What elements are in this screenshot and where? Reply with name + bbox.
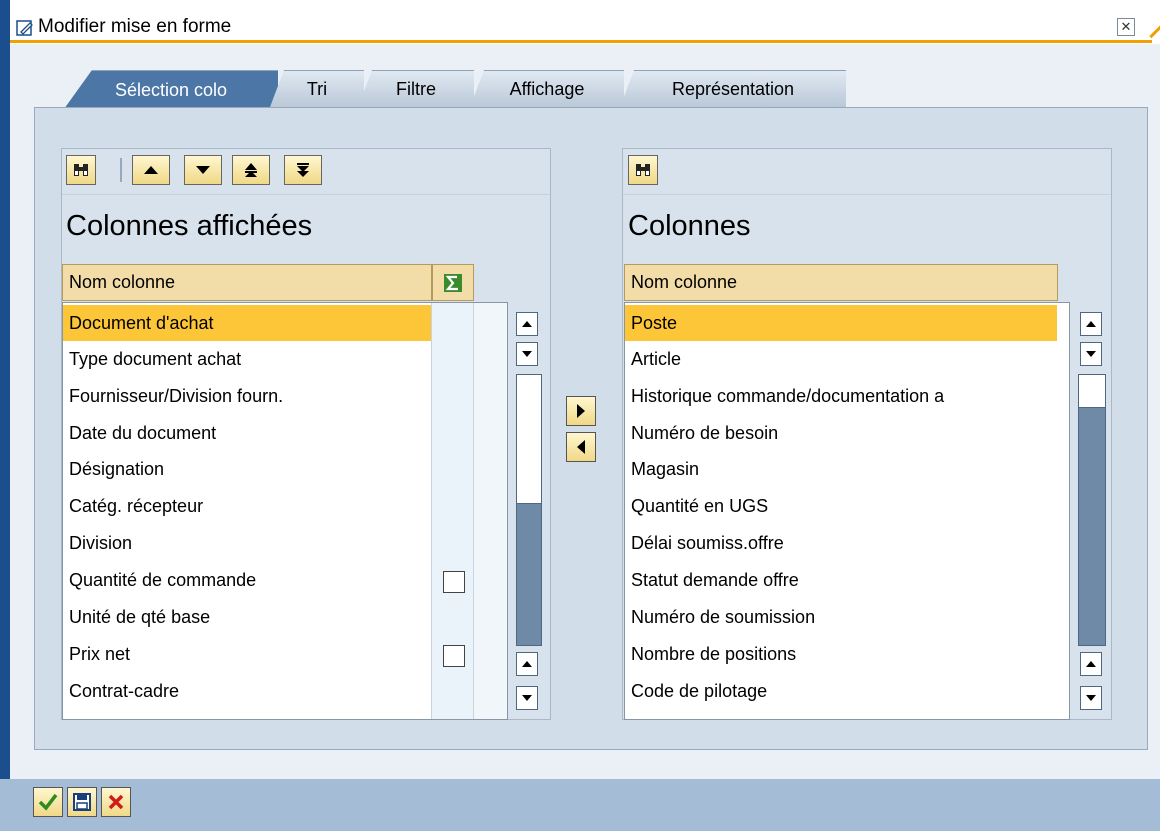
tab-label: Représentation [671,78,795,99]
list-item[interactable]: Nombre de positions [625,636,1057,672]
tab-label: Sélection colo [114,79,228,100]
window-edge [0,44,10,831]
list-item[interactable]: Quantité en UGS [625,488,1057,524]
list-item[interactable]: Historique commande/documentation a [625,378,1057,414]
left-column-header[interactable]: Nom colonne [62,264,432,301]
right-toolbar [623,149,1111,195]
list-item[interactable]: Type document achat [63,341,431,377]
sum-checkbox[interactable] [443,571,465,593]
tab-selection-colonnes[interactable]: Sélection colo [64,70,278,109]
tab-representation[interactable]: Représentation [620,70,846,107]
list-item[interactable]: Prix net [63,636,431,672]
arrow-left-icon[interactable] [566,432,596,462]
available-columns-list: Poste Article Historique commande/docume… [624,302,1070,720]
arrow-top-icon[interactable] [232,155,270,185]
list-item[interactable]: Statut demande offre [625,562,1057,598]
list-item[interactable]: Poste [625,305,1057,341]
right-scrollbar[interactable] [1078,374,1106,646]
tab-label: Tri [306,78,328,99]
scroll-up-icon[interactable] [516,312,538,336]
window-title: Modifier mise en forme [38,16,232,37]
binoculars-icon[interactable] [628,155,658,185]
list-item[interactable]: Division [63,525,431,561]
list-item[interactable]: Numéro de besoin [625,415,1057,451]
list-item[interactable]: Catég. récepteur [63,488,431,524]
scroll-up-icon[interactable] [516,652,538,676]
column-header-label: Nom colonne [631,272,738,292]
list-item[interactable]: Contrat-cadre [63,673,431,709]
arrow-right-icon[interactable] [566,396,596,426]
tab-label: Filtre [396,78,436,99]
right-heading: Colonnes [628,210,751,242]
list-item[interactable]: Document d'achat [63,305,431,341]
list-item[interactable]: Numéro de soumission [625,599,1057,635]
tab-label: Affichage [509,78,585,99]
list-item[interactable]: Magasin [625,451,1057,487]
sum-checkbox[interactable] [443,645,465,667]
list-item[interactable]: Date du document [63,415,431,451]
list-item[interactable]: Fournisseur/Division fourn. [63,378,431,414]
list-item[interactable]: Quantité de commande [63,562,431,598]
scroll-up-icon[interactable] [1080,312,1102,336]
left-heading: Colonnes affichées [66,210,313,242]
list-item[interactable]: Code de pilotage [625,673,1057,709]
toolbar-separator [120,158,122,182]
list-item[interactable]: Unité de qté base [63,599,431,635]
sigma-icon[interactable] [432,264,474,301]
list-item[interactable]: Délai soumiss.offre [625,525,1057,561]
checkmark-icon[interactable] [33,787,63,817]
scroll-down-icon[interactable] [1080,342,1102,366]
edit-window-icon [16,20,34,37]
scroll-down-icon[interactable] [516,686,538,710]
list-spacer [473,303,507,719]
list-item[interactable]: Désignation [63,451,431,487]
right-scrollbar-thumb[interactable] [1078,374,1106,408]
title-underline [10,40,1152,43]
cancel-icon[interactable] [101,787,131,817]
tab-filtre[interactable]: Filtre [358,70,474,107]
scroll-down-icon[interactable] [1080,686,1102,710]
left-scrollbar-thumb[interactable] [516,374,542,504]
displayed-columns-list: Document d'achat Type document achat Fou… [62,302,508,720]
tab-tri[interactable]: Tri [270,70,364,107]
save-icon[interactable] [67,787,97,817]
binoculars-icon[interactable] [66,155,96,185]
scroll-up-icon[interactable] [1080,652,1102,676]
footer-toolbar [0,779,1160,831]
arrow-up-icon[interactable] [132,155,170,185]
tab-affichage[interactable]: Affichage [470,70,624,107]
right-column-header[interactable]: Nom colonne [624,264,1058,301]
column-header-label: Nom colonne [69,272,176,292]
scroll-down-icon[interactable] [516,342,538,366]
arrow-down-icon[interactable] [184,155,222,185]
close-icon[interactable]: ✕ [1117,18,1135,36]
list-item[interactable]: Article [625,341,1057,377]
title-bar-edge [0,0,10,44]
arrow-bottom-icon[interactable] [284,155,322,185]
